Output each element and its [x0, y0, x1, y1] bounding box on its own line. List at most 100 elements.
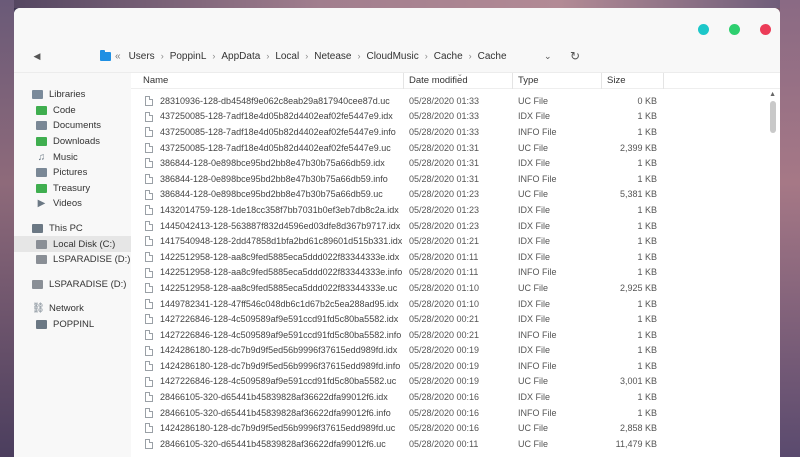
sidebar-item-videos[interactable]: ▶ Videos: [14, 196, 131, 212]
file-row[interactable]: 1424286180-128-dc7b9d9f5ed56b9996f37615e…: [131, 420, 780, 436]
breadcrumb-local[interactable]: Local: [275, 51, 299, 62]
column-divider[interactable]: [601, 73, 602, 89]
file-row[interactable]: 386844-128-0e898bce95bd2bb8e47b30b75a66d…: [131, 155, 780, 171]
breadcrumb-overflow[interactable]: «: [115, 51, 121, 62]
file-size: 5,381 KB: [619, 189, 657, 200]
sidebar-item-libraries[interactable]: Libraries: [14, 87, 131, 103]
file-name: 28310936-128-db4548f9e062c8eab29a817940c…: [160, 95, 390, 106]
column-header-type[interactable]: Type: [518, 75, 539, 86]
file-icon: [145, 173, 153, 184]
sidebar-item-treasury[interactable]: Treasury: [14, 181, 131, 197]
vertical-scrollbar-thumb[interactable]: [770, 101, 776, 133]
videos-icon: ▶: [37, 198, 46, 210]
column-header-size[interactable]: Size: [607, 75, 625, 86]
file-row[interactable]: 28466105-320-d65441b45839828af36622dfa99…: [131, 405, 780, 421]
file-type: IDX File: [518, 220, 551, 231]
file-name: 1422512958-128-aa8c9fed5885eca5ddd022f83…: [160, 267, 403, 278]
address-bar: ◀ « Users › PoppinL › AppData › Local › …: [14, 40, 780, 73]
back-button[interactable]: ◀: [22, 51, 52, 62]
file-size: 1 KB: [637, 220, 657, 231]
column-divider[interactable]: [512, 73, 513, 89]
scroll-up-arrow[interactable]: ▲: [769, 91, 776, 98]
column-divider[interactable]: [663, 73, 664, 89]
file-row[interactable]: 437250085-128-7adf18e4d05b82d4402eaf02fe…: [131, 140, 780, 156]
file-size: 1 KB: [637, 204, 657, 215]
file-name: 437250085-128-7adf18e4d05b82d4402eaf02fe…: [160, 111, 393, 122]
file-icon: [145, 236, 153, 247]
file-size: 1 KB: [637, 158, 657, 169]
file-row[interactable]: 1422512958-128-aa8c9fed5885eca5ddd022f83…: [131, 249, 780, 265]
file-type: INFO File: [518, 126, 557, 137]
sidebar-item-lsparadise-d[interactable]: LSPARADISE (D:): [14, 252, 131, 268]
file-row[interactable]: 1422512958-128-aa8c9fed5885eca5ddd022f83…: [131, 265, 780, 281]
file-size: 1 KB: [637, 126, 657, 137]
sidebar-item-label: Pictures: [53, 167, 88, 179]
file-row[interactable]: 1427226846-128-4c509589af9e591ccd91fd5c8…: [131, 311, 780, 327]
chevron-down-icon[interactable]: ⌄: [544, 51, 552, 62]
breadcrumb-cache[interactable]: Cache: [434, 51, 463, 62]
sidebar-item-pictures[interactable]: Pictures: [14, 165, 131, 181]
file-row[interactable]: 1445042413-128-563887f832d4596ed03dfe8d3…: [131, 218, 780, 234]
sidebar-item-this-pc[interactable]: This PC: [14, 221, 131, 237]
breadcrumb-appdata[interactable]: AppData: [221, 51, 260, 62]
sidebar-item-downloads[interactable]: Downloads: [14, 134, 131, 150]
breadcrumb-cache-current[interactable]: Cache: [478, 51, 507, 62]
file-name: 1424286180-128-dc7b9d9f5ed56b9996f37615e…: [160, 360, 401, 371]
file-row[interactable]: 1432014759-128-1de18cc358f7bb7031b0ef3eb…: [131, 202, 780, 218]
file-date-modified: 05/28/2020 01:33: [409, 111, 480, 122]
file-row[interactable]: 28466105-320-d65441b45839828af36622dfa99…: [131, 436, 780, 452]
breadcrumb-netease[interactable]: Netease: [314, 51, 351, 62]
file-name: 1424286180-128-dc7b9d9f5ed56b9996f37615e…: [160, 423, 396, 434]
file-size: 1 KB: [637, 360, 657, 371]
maximize-button[interactable]: [729, 24, 740, 35]
sidebar-item-network[interactable]: ⛓ Network: [14, 301, 131, 317]
minimize-button[interactable]: [698, 24, 709, 35]
close-button[interactable]: [760, 24, 771, 35]
sidebar-item-lsparadise-d-root[interactable]: LSPARADISE (D:): [14, 277, 131, 293]
file-row[interactable]: 386844-128-0e898bce95bd2bb8e47b30b75a66d…: [131, 187, 780, 203]
file-name: 437250085-128-7adf18e4d05b82d4402eaf02fe…: [160, 142, 391, 153]
file-icon: [145, 407, 153, 418]
file-row[interactable]: 1424286180-128-dc7b9d9f5ed56b9996f37615e…: [131, 343, 780, 359]
file-date-modified: 05/28/2020 01:10: [409, 282, 480, 293]
breadcrumb-poppinl[interactable]: PoppinL: [170, 51, 207, 62]
file-date-modified: 05/28/2020 00:19: [409, 360, 480, 371]
drive-icon: [36, 255, 47, 265]
file-row[interactable]: 1424286180-128-dc7b9d9f5ed56b9996f37615e…: [131, 358, 780, 374]
sidebar-item-documents[interactable]: Documents: [14, 118, 131, 134]
file-list: 28310936-128-db4548f9e062c8eab29a817940c…: [131, 93, 780, 452]
file-row[interactable]: 386844-128-0e898bce95bd2bb8e47b30b75a66d…: [131, 171, 780, 187]
file-row[interactable]: 1417540948-128-2dd47858d1bfa2bd61c89601d…: [131, 233, 780, 249]
sidebar-item-local-disk-c[interactable]: Local Disk (C:): [14, 236, 131, 252]
file-size: 2,399 KB: [619, 142, 657, 153]
file-row[interactable]: 1422512958-128-aa8c9fed5885eca5ddd022f83…: [131, 280, 780, 296]
file-size: 2,925 KB: [619, 282, 657, 293]
sidebar-item-music[interactable]: ♫ Music: [14, 149, 131, 165]
file-row[interactable]: 1427226846-128-4c509589af9e591ccd91fd5c8…: [131, 374, 780, 390]
file-type: IDX File: [518, 236, 551, 247]
sidebar-item-code[interactable]: Code: [14, 103, 131, 119]
file-name: 1422512958-128-aa8c9fed5885eca5ddd022f83…: [160, 251, 400, 262]
file-name: 28466105-320-d65441b45839828af36622dfa99…: [160, 407, 391, 418]
refresh-icon[interactable]: ↻: [570, 49, 580, 63]
file-row[interactable]: 1449782341-128-47ff546c048db6c1d67b2c5ea…: [131, 296, 780, 312]
file-date-modified: 05/28/2020 01:31: [409, 158, 480, 169]
file-row[interactable]: 1427226846-128-4c509589af9e591ccd91fd5c8…: [131, 327, 780, 343]
breadcrumb[interactable]: « Users › PoppinL › AppData › Local › Ne…: [100, 49, 507, 62]
file-row[interactable]: 28310936-128-db4548f9e062c8eab29a817940c…: [131, 93, 780, 109]
file-date-modified: 05/28/2020 00:11: [409, 438, 479, 449]
column-divider[interactable]: [403, 73, 404, 89]
file-row[interactable]: 28466105-320-d65441b45839828af36622dfa99…: [131, 389, 780, 405]
file-name: 1427226846-128-4c509589af9e591ccd91fd5c8…: [160, 329, 402, 340]
file-row[interactable]: 437250085-128-7adf18e4d05b82d4402eaf02fe…: [131, 124, 780, 140]
file-row[interactable]: 437250085-128-7adf18e4d05b82d4402eaf02fe…: [131, 109, 780, 125]
sidebar-item-poppinl[interactable]: POPPINL: [14, 317, 131, 333]
column-header-name[interactable]: Name: [143, 75, 168, 86]
desktop-wallpaper-right: [780, 0, 800, 457]
breadcrumb-cloudmusic[interactable]: CloudMusic: [366, 51, 418, 62]
breadcrumb-users[interactable]: Users: [129, 51, 155, 62]
column-header-date-modified[interactable]: Date modified: [409, 75, 468, 86]
drive-icon: [36, 239, 47, 249]
sidebar-item-label: This PC: [49, 223, 83, 235]
file-name: 1449782341-128-47ff546c048db6c1d67b2c5ea…: [160, 298, 399, 309]
